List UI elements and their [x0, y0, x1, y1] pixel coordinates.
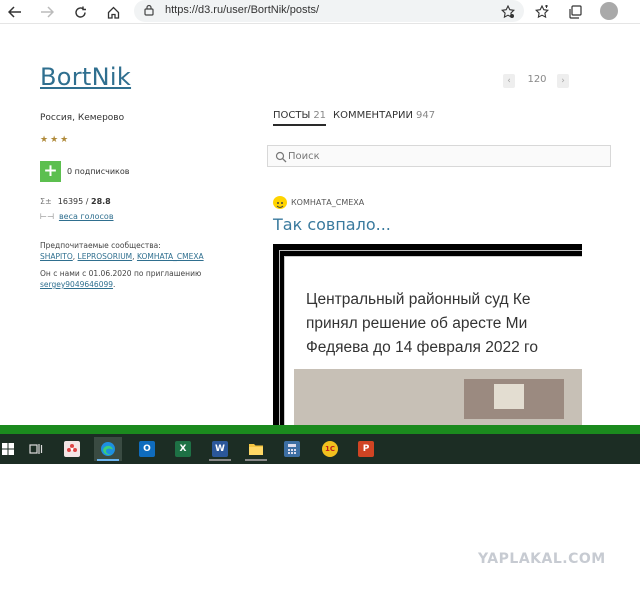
subscriber-count: 0 подписчиков: [67, 167, 130, 176]
dumbbell-icon: ⊢⊣: [40, 212, 54, 221]
web-page: BortNik ‹ 120 › Россия, Кемерово ★★★ + 0…: [0, 25, 640, 425]
image-caption-line: Федяева до 14 февраля 2022 го: [306, 339, 538, 356]
sigma-icon: Σ±: [40, 197, 52, 206]
windows-start-button[interactable]: [0, 437, 22, 461]
profile-username[interactable]: BortNik: [40, 63, 131, 91]
taskbar-app-1c[interactable]: 1С: [316, 437, 344, 461]
word-icon: W: [212, 441, 228, 457]
url-text: https://d3.ru/user/BortNik/posts/: [165, 4, 320, 16]
pager-page-number: 120: [527, 74, 547, 85]
folder-icon: [248, 441, 264, 457]
taskbar-app-explorer[interactable]: [242, 437, 270, 461]
outlook-letter: O: [143, 444, 151, 454]
taskbar-app-pink[interactable]: [58, 437, 86, 461]
calculator-icon: [284, 441, 300, 457]
lock-icon: [144, 4, 154, 16]
preferred-label: Предпочитаемые сообщества:: [40, 241, 161, 250]
joined-info: Он с нами с 01.06.2020 по приглашению se…: [40, 268, 240, 290]
profile-rating: Σ± 16395 / 28.8: [40, 197, 111, 206]
preferred-communities: Предпочитаемые сообщества: SHAPITO, LEPR…: [40, 241, 204, 261]
flower-icon: [64, 441, 80, 457]
profile-stars: ★★★: [40, 135, 71, 145]
vote-weights: ⊢⊣ веса голосов: [40, 212, 114, 221]
page-pager: ‹ 120 ›: [503, 72, 569, 90]
forward-arrow-icon[interactable]: [38, 3, 56, 21]
word-letter: W: [215, 444, 225, 454]
pager-next-button[interactable]: ›: [557, 74, 569, 88]
photo-detail: [494, 384, 524, 409]
open-indicator: [209, 459, 231, 461]
joined-text: Он с нами с 01.06.2020 по приглашению: [40, 269, 202, 278]
powerpoint-letter: P: [362, 444, 370, 454]
subscribe-button[interactable]: +: [40, 161, 61, 182]
post-image[interactable]: Центральный районный суд Ке принял решен…: [273, 244, 582, 425]
community-link[interactable]: SHAPITO: [40, 252, 73, 261]
favorites-icon[interactable]: [533, 3, 551, 21]
outlook-icon: O: [139, 441, 155, 457]
taskbar-app-edge[interactable]: [94, 437, 122, 461]
search-input[interactable]: [288, 148, 588, 164]
tab-comments[interactable]: КОММЕНТАРИИ 947: [333, 110, 435, 121]
address-bar[interactable]: https://d3.ru/user/BortNik/posts/: [134, 0, 524, 22]
windows-taskbar: O X W 1С P: [0, 434, 640, 464]
task-view-button[interactable]: [22, 437, 50, 461]
taskbar-app-word[interactable]: W: [206, 437, 234, 461]
profile-avatar-icon[interactable]: [600, 2, 618, 20]
post-title[interactable]: Так совпало...: [273, 215, 391, 234]
browser-toolbar: https://d3.ru/user/BortNik/posts/: [0, 0, 640, 24]
active-indicator: [97, 459, 119, 461]
taskbar-app-powerpoint[interactable]: P: [352, 437, 380, 461]
rating-bold: 28.8: [91, 197, 111, 206]
powerpoint-icon: P: [358, 441, 374, 457]
home-icon[interactable]: [104, 3, 122, 21]
tab-posts[interactable]: ПОСТЫ 21: [273, 110, 327, 126]
1c-icon: 1С: [322, 441, 338, 457]
taskbar-app-calculator[interactable]: [278, 437, 306, 461]
reload-icon[interactable]: [71, 3, 89, 21]
community-link[interactable]: LEPROSORIUM: [78, 252, 133, 261]
taskbar-app-outlook[interactable]: O: [133, 437, 161, 461]
screenshot-root: https://d3.ru/user/BortNik/posts/ BortNi…: [0, 0, 640, 589]
tab-posts-label: ПОСТЫ: [273, 110, 311, 121]
collections-icon[interactable]: [566, 3, 584, 21]
image-caption-line: Центральный районный суд Ке: [306, 291, 531, 308]
image-photo: [294, 369, 582, 425]
tab-posts-count: 21: [313, 110, 327, 121]
excel-letter: X: [179, 444, 187, 454]
read-aloud-icon[interactable]: [499, 3, 517, 21]
image-caption-line: принял решение об аресте Ми: [306, 315, 528, 332]
post-community-name: КОМНАТА_СМЕХА: [291, 198, 365, 207]
tab-comments-label: КОММЕНТАРИИ: [333, 110, 414, 121]
green-band: [0, 425, 640, 434]
inviter-link[interactable]: sergey9049646099: [40, 280, 113, 289]
windows-icon: [2, 443, 14, 455]
rating-separator: /: [83, 197, 91, 206]
taskbar-app-excel[interactable]: X: [169, 437, 197, 461]
edge-icon: [100, 441, 116, 457]
site-watermark: YAPLAKAL.COM: [478, 551, 606, 567]
smiley-icon: [273, 196, 287, 209]
image-caption: Центральный районный суд Ке принял решен…: [306, 288, 538, 360]
search-box: [267, 145, 611, 167]
plus-icon: +: [43, 161, 58, 181]
excel-icon: X: [175, 441, 191, 457]
rating-main: 16395: [57, 197, 84, 206]
pager-prev-button[interactable]: ‹: [503, 74, 515, 88]
tab-comments-count: 947: [416, 110, 436, 121]
open-indicator: [245, 459, 267, 461]
vote-weights-link[interactable]: веса голосов: [59, 212, 114, 221]
back-arrow-icon[interactable]: [6, 3, 24, 21]
task-view-icon: [29, 444, 43, 454]
1c-letter: 1С: [324, 445, 335, 453]
profile-location: Россия, Кемерово: [40, 113, 125, 123]
community-link[interactable]: KOMHATA_CMEXA: [137, 252, 204, 261]
search-icon: [275, 151, 287, 163]
